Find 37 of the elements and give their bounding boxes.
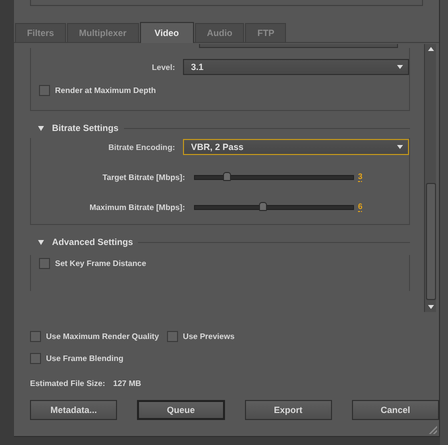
- scroll-thumb[interactable]: [426, 183, 436, 300]
- checkbox[interactable]: [30, 330, 41, 342]
- slider-thumb[interactable]: [222, 172, 231, 180]
- checkbox-label[interactable]: Render at Maximum Depth: [55, 86, 156, 94]
- scrollbar[interactable]: [424, 44, 436, 312]
- field-label: Bitrate Encoding:: [107, 142, 176, 152]
- slider-value[interactable]: 3: [358, 172, 362, 182]
- checkbox-label[interactable]: Use Maximum Render Quality: [46, 332, 159, 340]
- checkbox[interactable]: [39, 258, 50, 268]
- checkbox-label[interactable]: Use Previews: [182, 332, 235, 340]
- slider-track[interactable]: [194, 204, 354, 210]
- disclosure-triangle-icon[interactable]: [38, 240, 44, 244]
- estimate-value: 127 MB: [113, 378, 142, 388]
- estimate-label: Estimated File Size:: [30, 378, 106, 388]
- encoding-dropdown[interactable]: VBR, 2 Pass: [183, 139, 409, 155]
- checkbox-label[interactable]: Set Key Frame Distance: [55, 258, 146, 268]
- button[interactable]: Queue: [137, 400, 225, 420]
- level-dropdown[interactable]: 3.1: [183, 59, 409, 75]
- dropdown-arrow-icon: [397, 65, 403, 69]
- disclosure-triangle-icon[interactable]: [38, 126, 44, 130]
- checkbox-label[interactable]: Use Frame Blending: [46, 354, 124, 362]
- section-title: Bitrate Settings: [52, 123, 119, 133]
- slider-thumb[interactable]: [258, 202, 267, 210]
- checkbox[interactable]: [166, 330, 178, 342]
- field-label: Level:: [150, 62, 176, 72]
- field-label: Target Bitrate [Mbps]:: [101, 172, 186, 182]
- slider-track[interactable]: [194, 174, 354, 180]
- field-label: Maximum Bitrate [Mbps]:: [88, 202, 186, 212]
- tab[interactable]: Video: [140, 22, 194, 43]
- dropdown-arrow-icon: [397, 145, 403, 149]
- section-title: Advanced Settings: [52, 237, 134, 247]
- button[interactable]: Export: [244, 400, 332, 420]
- button[interactable]: Cancel: [352, 400, 440, 420]
- checkbox[interactable]: [39, 84, 50, 96]
- slider-value[interactable]: 6: [358, 202, 362, 212]
- button[interactable]: Metadata...: [30, 400, 118, 420]
- checkbox[interactable]: [30, 352, 41, 364]
